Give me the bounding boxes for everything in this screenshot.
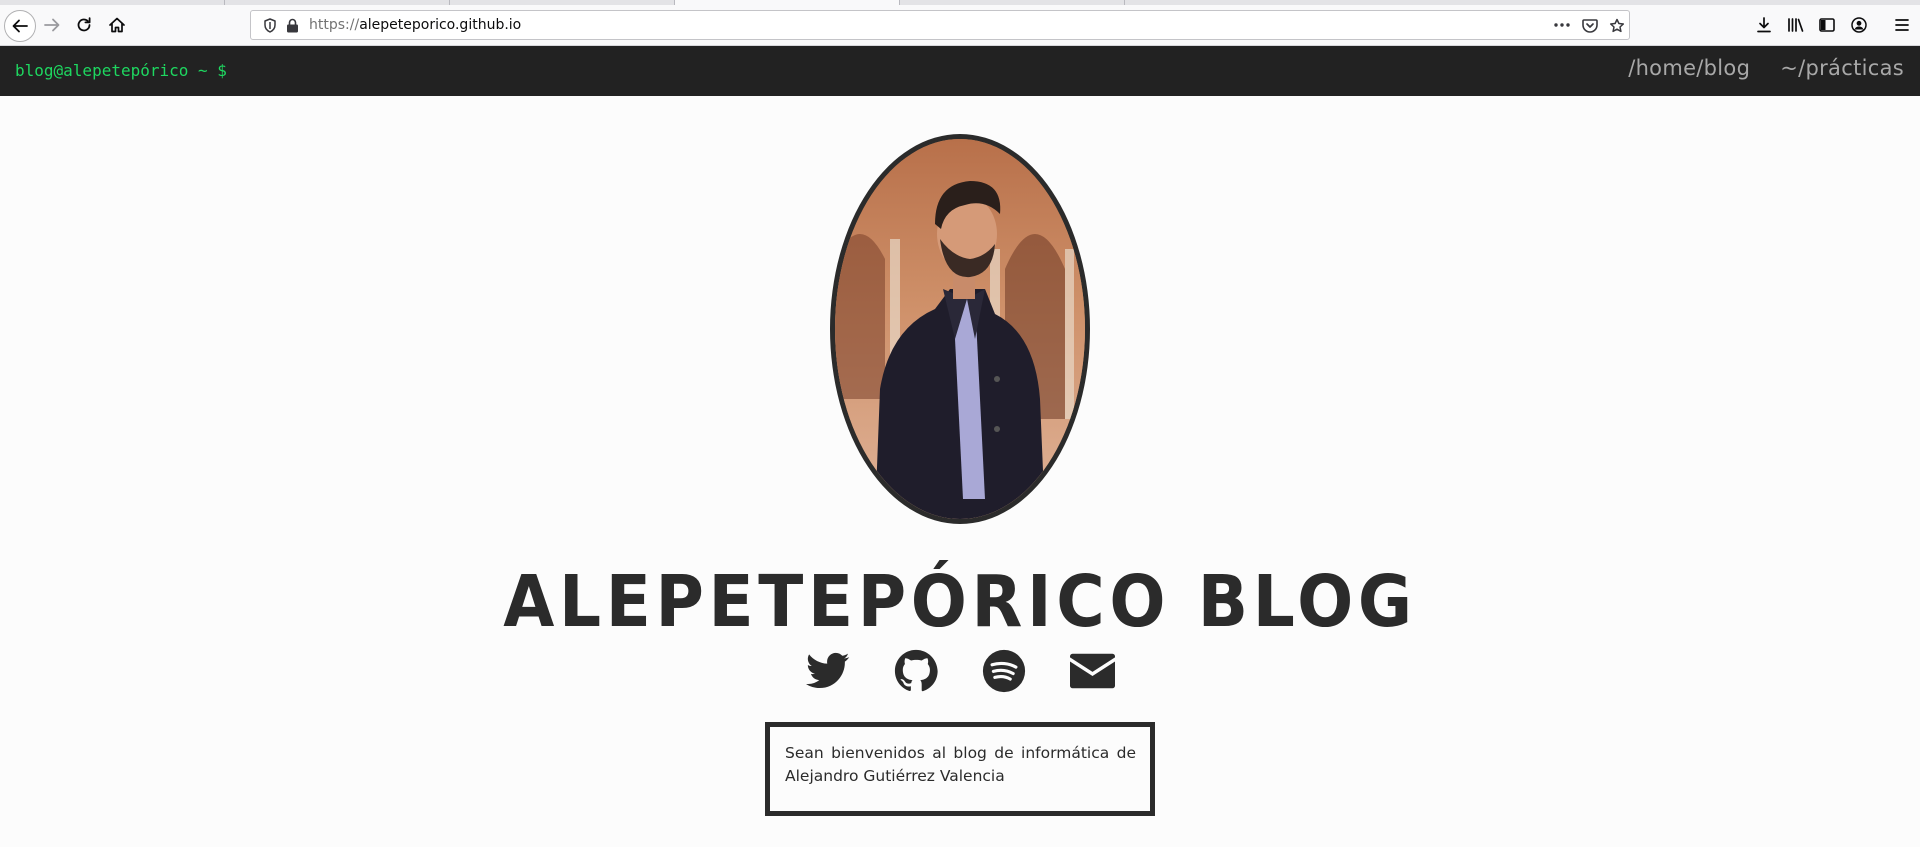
nav-link-practicas[interactable]: ~/prácticas [1780,56,1904,80]
arrow-right-icon [44,18,60,32]
terminal-prompt: blog@alepetepórico ~ $ [15,61,227,80]
lock-icon[interactable] [286,18,299,33]
library-icon [1788,18,1804,32]
url-host: alepeteporico.github.io [359,17,522,33]
download-icon [1757,17,1771,33]
more-icon[interactable] [1554,23,1570,27]
menu-button[interactable] [1888,11,1916,39]
reload-icon [77,17,91,32]
hamburger-icon [1895,19,1909,31]
home-icon [109,17,125,33]
forward-button[interactable] [38,11,66,39]
site-nav: /home/blog ~/prácticas [1628,56,1904,80]
profile-photo-image [835,139,1085,519]
spotify-link[interactable] [982,648,1027,693]
github-icon [894,649,938,691]
welcome-text: Sean bienvenidos al blog de informática … [785,744,1136,785]
arrow-left-icon [12,19,28,33]
back-button[interactable] [4,10,36,42]
account-icon [1851,17,1867,33]
nav-link-home-blog[interactable]: /home/blog [1628,56,1750,80]
url-scheme: https:// [309,17,360,33]
home-button[interactable] [103,11,131,39]
twitter-link[interactable] [806,648,851,693]
sidebar-icon [1819,18,1835,32]
reload-button[interactable] [70,11,98,39]
pocket-icon[interactable] [1582,18,1598,33]
social-links [0,648,1920,693]
welcome-box: Sean bienvenidos al blog de informática … [765,722,1155,816]
browser-toolbar: https://alepeteporico.github.io [0,5,1920,46]
twitter-icon [806,652,850,688]
url-text[interactable]: https://alepeteporico.github.io [309,17,521,33]
downloads-button[interactable] [1750,11,1778,39]
library-button[interactable] [1782,11,1810,39]
shield-icon[interactable] [263,18,277,33]
mail-icon [1069,653,1115,688]
blog-title: ALEPETEPÓRICO BLOG [503,560,1417,643]
bookmark-star-icon[interactable] [1609,18,1625,34]
spotify-icon [982,649,1026,692]
github-link[interactable] [894,648,939,693]
profile-photo [830,134,1090,524]
account-button[interactable] [1845,11,1873,39]
site-header: blog@alepetepórico ~ $ /home/blog ~/prác… [0,46,1920,96]
email-link[interactable] [1069,648,1115,693]
address-bar[interactable]: https://alepeteporico.github.io [250,10,1630,40]
sidebar-button[interactable] [1813,11,1841,39]
